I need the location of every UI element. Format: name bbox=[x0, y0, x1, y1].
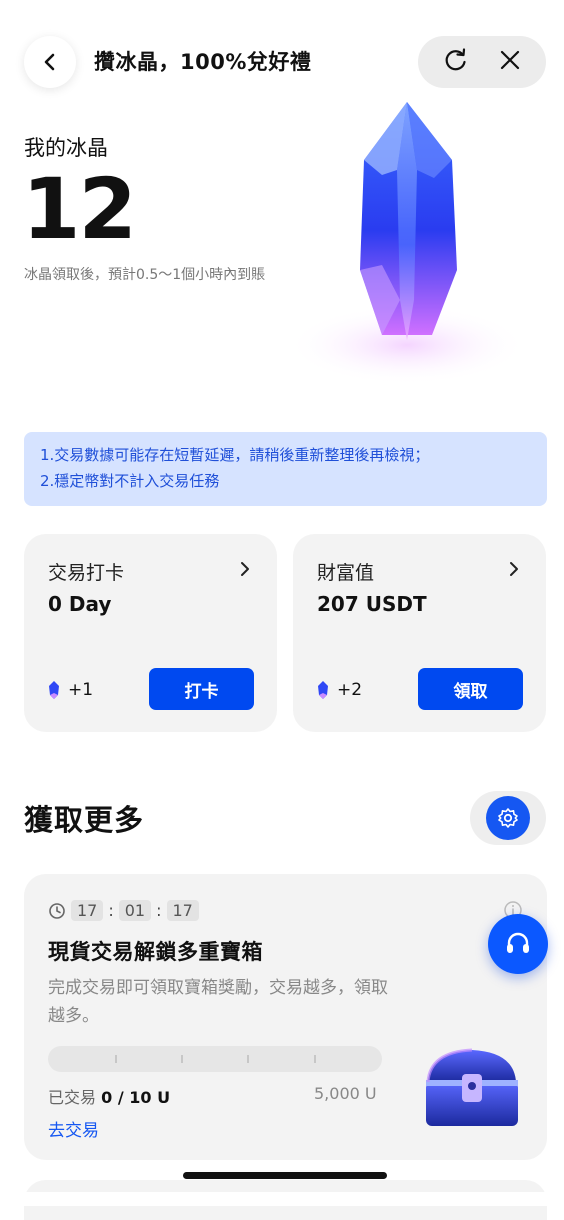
wealth-value-card[interactable]: 財富值 207 USDT +2 領取 bbox=[293, 534, 546, 732]
refresh-button[interactable] bbox=[443, 47, 469, 77]
customer-support-button[interactable] bbox=[488, 914, 548, 974]
gear-icon bbox=[498, 808, 518, 828]
target-amount: 5,000 U bbox=[314, 1084, 377, 1103]
card-title: 財富值 bbox=[317, 562, 375, 584]
page-title: 攢冰晶，100%兌好禮 bbox=[94, 50, 312, 74]
traded-value: 0 / 10 U bbox=[101, 1088, 171, 1107]
ice-crystal-illustration bbox=[287, 102, 527, 385]
trade-checkin-card[interactable]: 交易打卡 0 Day +1 打卡 bbox=[24, 534, 277, 732]
timer-hours: 17 bbox=[71, 900, 104, 921]
task-description: 完成交易即可領取寶箱獎勵，交易越多，領取越多。 bbox=[48, 978, 388, 1026]
go-trade-link[interactable]: 去交易 bbox=[48, 1116, 99, 1141]
settings-button[interactable] bbox=[470, 791, 546, 845]
bottom-area bbox=[0, 1192, 564, 1206]
timer-separator: : bbox=[156, 901, 162, 920]
checkin-button[interactable]: 打卡 bbox=[149, 668, 254, 710]
crystal-icon bbox=[49, 681, 59, 699]
traded-amount: 已交易 0 / 10 U bbox=[48, 1084, 170, 1108]
timer-seconds: 17 bbox=[166, 900, 199, 921]
progress-tick bbox=[181, 1055, 183, 1063]
timer-minutes: 01 bbox=[118, 900, 152, 921]
notice-line-2: 2.穩定幣對不計入交易任務 bbox=[40, 472, 220, 490]
clock-icon bbox=[49, 902, 65, 919]
card-title: 交易打卡 bbox=[48, 562, 125, 584]
claim-button[interactable]: 領取 bbox=[418, 668, 523, 710]
card-value: 0 Day bbox=[48, 592, 112, 616]
home-indicator bbox=[183, 1172, 387, 1179]
spot-trade-task-card: 17 : 01 : 17 現貨交易解鎖多重寶箱 完成交易即可領取寶箱獎勵，交易越… bbox=[24, 874, 547, 1160]
notice-line-1: 1.交易數據可能存在短暫延遲，請稍後重新整理後再檢視； bbox=[40, 446, 430, 464]
chevron-left-icon bbox=[44, 53, 55, 71]
countdown-timer: 17 : 01 : 17 bbox=[48, 900, 199, 921]
settings-dot bbox=[486, 796, 530, 840]
header-actions bbox=[418, 36, 546, 88]
traded-label: 已交易 bbox=[48, 1088, 97, 1107]
card-value: 207 USDT bbox=[317, 592, 427, 616]
reward: +2 bbox=[317, 680, 362, 700]
reward-amount: +2 bbox=[337, 680, 363, 700]
reward: +1 bbox=[48, 680, 93, 700]
refresh-icon bbox=[445, 48, 466, 71]
task-title: 現貨交易解鎖多重寶箱 bbox=[48, 940, 263, 964]
section-title: 獲取更多 bbox=[24, 803, 145, 837]
close-button[interactable] bbox=[499, 49, 521, 75]
crystal-icon bbox=[318, 681, 328, 699]
back-button[interactable] bbox=[24, 36, 76, 88]
chevron-right-icon bbox=[510, 562, 518, 576]
progress-tick bbox=[314, 1055, 316, 1063]
chevron-right-icon bbox=[241, 562, 249, 576]
reward-amount: +1 bbox=[68, 680, 94, 700]
notice-banner: 1.交易數據可能存在短暫延遲，請稍後重新整理後再檢視； 2.穩定幣對不計入交易任… bbox=[24, 432, 547, 506]
close-icon bbox=[500, 50, 520, 70]
trade-progress-bar bbox=[48, 1046, 382, 1072]
crystal-count: 12 bbox=[22, 160, 137, 258]
treasure-chest-illustration bbox=[426, 1048, 518, 1126]
headset-icon bbox=[507, 932, 529, 953]
progress-tick bbox=[247, 1055, 249, 1063]
timer-separator: : bbox=[108, 901, 114, 920]
crystal-note: 冰晶領取後，預計0.5～1個小時內到賬 bbox=[24, 267, 266, 283]
progress-tick bbox=[115, 1055, 117, 1063]
crystal-label: 我的冰晶 bbox=[24, 136, 108, 160]
